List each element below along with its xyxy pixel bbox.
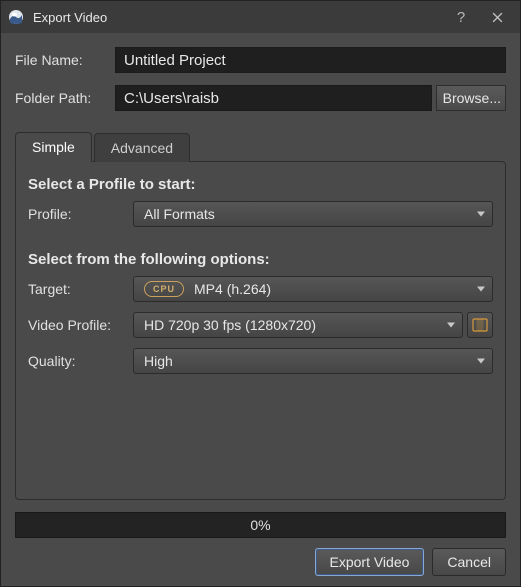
tab-simple[interactable]: Simple — [15, 132, 92, 162]
quality-select[interactable]: High — [133, 348, 493, 374]
chevron-down-icon — [477, 212, 485, 217]
film-icon — [472, 317, 488, 333]
tabstrip: Simple Advanced — [15, 132, 506, 162]
tab-panel-simple: Select a Profile to start: Profile: All … — [15, 161, 506, 500]
chevron-down-icon — [447, 323, 455, 328]
cpu-badge: CPU — [144, 281, 184, 297]
target-value: MP4 (h.264) — [194, 281, 271, 297]
profile-select[interactable]: All Formats — [133, 201, 493, 227]
export-video-dialog: Export Video ? File Name: Folder Path: B… — [0, 0, 521, 587]
cancel-button[interactable]: Cancel — [432, 548, 506, 576]
chevron-down-icon — [477, 359, 485, 364]
quality-value: High — [144, 353, 173, 369]
video-profile-label: Video Profile: — [28, 317, 133, 333]
progress-bar: 0% — [15, 512, 506, 538]
target-label: Target: — [28, 281, 133, 297]
video-profile-select[interactable]: HD 720p 30 fps (1280x720) — [133, 312, 463, 338]
profile-value: All Formats — [144, 206, 215, 222]
file-name-input[interactable] — [115, 47, 506, 73]
progress-text: 0% — [250, 517, 270, 533]
file-name-label: File Name: — [15, 52, 115, 68]
app-icon — [7, 8, 25, 26]
titlebar: Export Video ? — [1, 1, 520, 33]
video-profile-value: HD 720p 30 fps (1280x720) — [144, 317, 316, 333]
close-button[interactable] — [482, 5, 512, 29]
profile-heading: Select a Profile to start: — [28, 176, 493, 193]
export-video-button[interactable]: Export Video — [315, 548, 425, 576]
target-select[interactable]: CPU MP4 (h.264) — [133, 276, 493, 302]
quality-label: Quality: — [28, 353, 133, 369]
chevron-down-icon — [477, 287, 485, 292]
profile-label: Profile: — [28, 206, 133, 222]
options-heading: Select from the following options: — [28, 251, 493, 268]
window-title: Export Video — [33, 10, 107, 25]
tab-advanced[interactable]: Advanced — [94, 133, 190, 162]
video-profile-edit-button[interactable] — [467, 312, 493, 338]
help-button[interactable]: ? — [446, 5, 476, 29]
folder-path-input[interactable] — [115, 85, 432, 111]
folder-path-label: Folder Path: — [15, 90, 115, 106]
browse-button[interactable]: Browse... — [436, 85, 506, 111]
